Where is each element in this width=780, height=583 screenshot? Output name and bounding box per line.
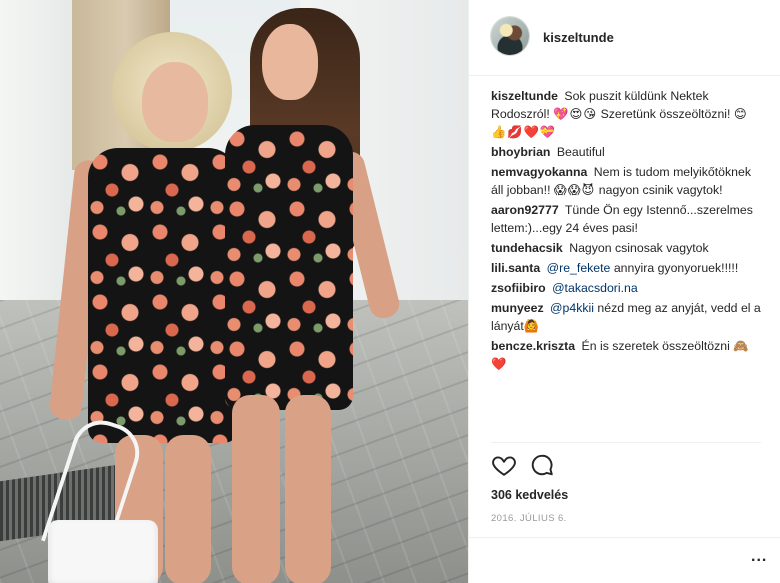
comments-list: kiszeltunde Sok puszit küldünk Nektek Ro… (491, 87, 761, 375)
comment-item: munyeez @p4kkii nézd meg az anyját, vedd… (491, 299, 761, 335)
more-options-icon[interactable]: ... (751, 548, 767, 566)
comment-emojis: 😱😱😈 (553, 183, 596, 197)
comment-text: annyira gyonyoruek!!!!! (613, 261, 739, 275)
comment-username[interactable]: aaron92777 (491, 203, 559, 217)
photo-face-right (262, 24, 318, 100)
comment-username[interactable]: nemvagyokanna (491, 165, 587, 179)
comment-text: Beautiful (556, 145, 605, 159)
actions-divider (491, 442, 761, 443)
comment-item: bhoybrian Beautiful (491, 143, 761, 161)
header-username[interactable]: kiszeltunde (543, 30, 614, 45)
post-photo[interactable] (0, 0, 468, 583)
comment-item: nemvagyokanna Nem is tudom melyikőtöknek… (491, 163, 761, 199)
comment-username[interactable]: bencze.kriszta (491, 339, 575, 353)
photo-handbag (48, 520, 158, 583)
comment-mention[interactable]: @takacsdori.na (552, 281, 638, 295)
post-header: kiszeltunde (469, 0, 780, 76)
bottom-divider (469, 537, 780, 538)
comment-emojis: 🙆 (523, 319, 541, 333)
avatar[interactable] (491, 17, 529, 55)
photo-leg-right-1 (232, 395, 280, 583)
photo-face-left (142, 62, 208, 142)
comment-item: aaron92777 Tünde Ön egy Istennő...szerel… (491, 201, 761, 237)
speech-bubble-icon[interactable] (529, 452, 555, 478)
comment-username[interactable]: tundehacsik (491, 241, 563, 255)
post-date: 2016. JÚLIUS 6. (491, 513, 567, 524)
comment-item: zsofiibiro @takacsdori.na (491, 279, 761, 297)
comment-emojis: 💖😍😘 (553, 107, 598, 121)
comment-item: lili.santa @re_fekete annyira gyonyoruek… (491, 259, 761, 277)
photo-dress-right (225, 125, 353, 410)
comment-username[interactable]: bhoybrian (491, 145, 550, 159)
likes-count[interactable]: 306 kedvelés (491, 488, 568, 502)
comment-item: kiszeltunde Sok puszit küldünk Nektek Ro… (491, 87, 761, 141)
comment-username[interactable]: kiszeltunde (491, 89, 558, 103)
comment-text-2: Szeretünk összeöltözni! (600, 107, 731, 121)
photo-leg-left-2 (165, 435, 211, 583)
comment-text: Nagyon csinosak vagytok (569, 241, 709, 255)
comment-username[interactable]: munyeez (491, 301, 544, 315)
comment-mention[interactable]: @re_fekete (547, 261, 611, 275)
post-side-panel: kiszeltunde kiszeltunde Sok puszit küldü… (468, 0, 780, 583)
comment-username[interactable]: zsofiibiro (491, 281, 546, 295)
comment-username[interactable]: lili.santa (491, 261, 540, 275)
photo-dress-left (88, 148, 238, 443)
comment-item: bencze.kriszta Én is szeretek összeöltöz… (491, 337, 761, 373)
comment-text: Én is szeretek összeöltözni (581, 339, 730, 353)
photo-leg-right-2 (285, 395, 331, 583)
heart-outline-icon[interactable] (491, 452, 517, 478)
comment-item: tundehacsik Nagyon csinosak vagytok (491, 239, 761, 257)
comment-text-2: nagyon csinik vagytok! (598, 183, 723, 197)
comment-mention[interactable]: @p4kkii (550, 301, 594, 315)
